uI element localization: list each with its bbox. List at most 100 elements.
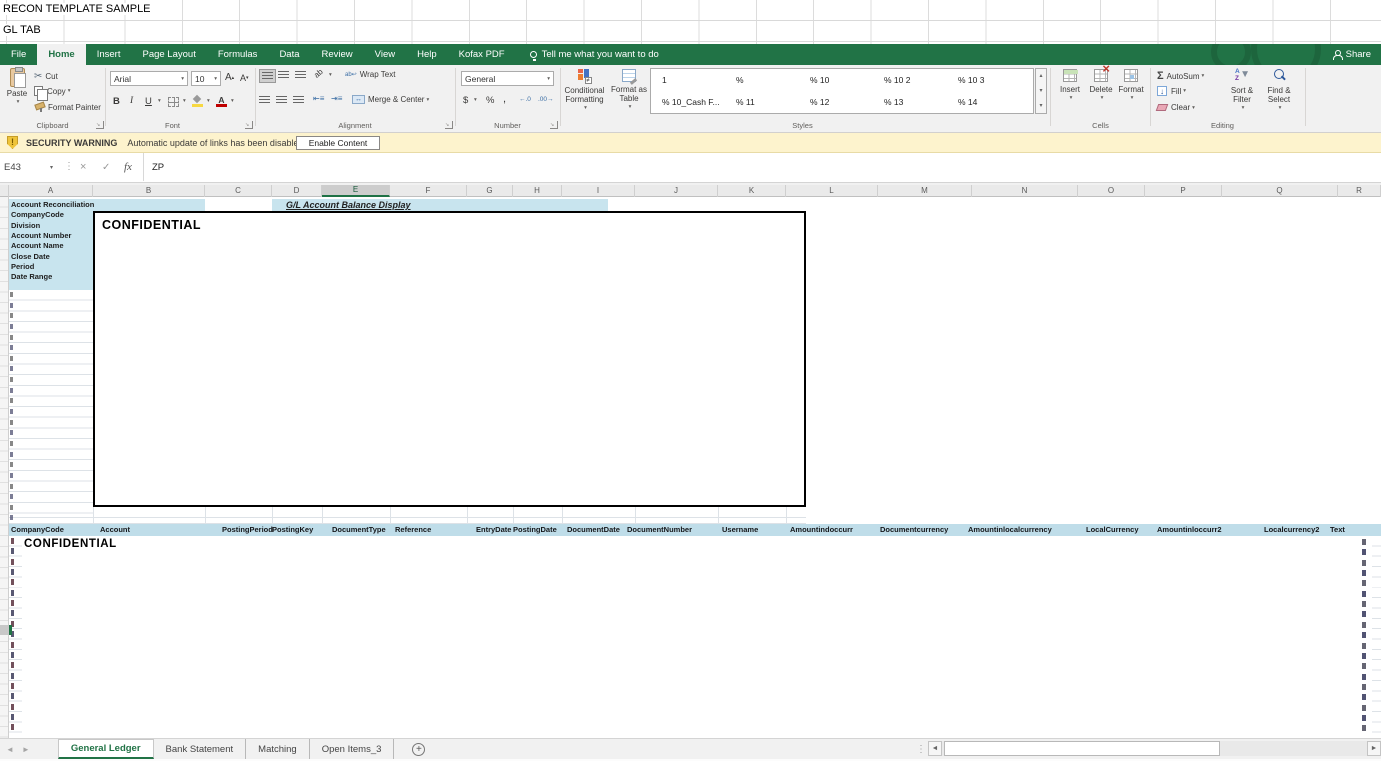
enter-icon[interactable]: ✓: [102, 153, 110, 181]
decrease-decimal-button[interactable]: .00→: [538, 96, 554, 103]
font-color-button[interactable]: A: [216, 96, 227, 107]
table-header-companycode[interactable]: CompanyCode: [11, 524, 64, 536]
scroll-right-button[interactable]: ►: [1367, 741, 1381, 756]
clear-button[interactable]: Clear ▾: [1155, 103, 1195, 112]
column-header-F[interactable]: F: [390, 185, 467, 197]
row-header-strip[interactable]: [0, 197, 9, 738]
underline-dropdown[interactable]: ▾: [156, 98, 161, 104]
ribbon-tab-kofax-pdf[interactable]: Kofax PDF: [448, 44, 516, 65]
column-header-D[interactable]: D: [272, 185, 322, 197]
info-label[interactable]: CompanyCode: [11, 210, 64, 220]
table-header-postingdate[interactable]: PostingDate: [513, 524, 557, 536]
column-header-I[interactable]: I: [562, 185, 635, 197]
column-header-G[interactable]: G: [467, 185, 513, 197]
percent-button[interactable]: %: [486, 95, 494, 106]
prev-sheet-icon[interactable]: ◄: [6, 745, 14, 754]
bold-button[interactable]: B: [113, 96, 120, 107]
enable-content-button[interactable]: Enable Content: [296, 136, 380, 150]
table-header-documentcurrency[interactable]: Documentcurrency: [880, 524, 948, 536]
format-as-table-button[interactable]: Format as Table ▾: [609, 69, 649, 112]
table-header-text[interactable]: Text: [1330, 524, 1345, 536]
insert-cells-button[interactable]: Insert ▾: [1056, 69, 1084, 103]
table-header-entrydate[interactable]: EntryDate: [476, 524, 511, 536]
table-header-localcurrency[interactable]: LocalCurrency: [1086, 524, 1139, 536]
table-header-amountindoccurr[interactable]: Amountindoccurr: [790, 524, 853, 536]
table-header-amountinlocalcurrency[interactable]: Amountinlocalcurrency: [968, 524, 1052, 536]
underline-button[interactable]: U: [145, 96, 152, 107]
find-select-button[interactable]: Find & Select ▾: [1262, 69, 1296, 113]
tabbar-divider-dots[interactable]: ⋮: [916, 739, 926, 760]
divider-dots[interactable]: ⋮: [64, 153, 74, 181]
table-header-documenttype[interactable]: DocumentType: [332, 524, 386, 536]
scroll-left-button[interactable]: ◄: [928, 741, 942, 756]
column-header-N[interactable]: N: [972, 185, 1078, 197]
sort-filter-button[interactable]: AZ ▼ Sort & Filter ▾: [1225, 68, 1259, 113]
orientation-button[interactable]: ab: [312, 67, 325, 80]
formula-input[interactable]: ZP: [152, 153, 164, 181]
increase-indent-button[interactable]: ⇥≡: [331, 94, 342, 103]
name-box-dropdown[interactable]: ▾: [50, 153, 53, 181]
cell-style-item[interactable]: % 10 3: [952, 70, 1024, 90]
cell-style-item[interactable]: 1: [656, 70, 728, 90]
ribbon-tab-home[interactable]: Home: [37, 44, 86, 65]
table-header-documentnumber[interactable]: DocumentNumber: [627, 524, 692, 536]
font-dialog-launcher[interactable]: ↘: [245, 121, 253, 129]
sheet-tab-general-ledger[interactable]: General Ledger: [57, 739, 154, 759]
name-box[interactable]: E43: [4, 153, 21, 181]
format-painter-button[interactable]: Format Painter: [34, 102, 101, 112]
currency-dropdown[interactable]: ▾: [472, 97, 477, 103]
table-header-amountinloccurr2[interactable]: Amountinloccurr2: [1157, 524, 1222, 536]
increase-font-button[interactable]: A ▴: [225, 72, 234, 83]
cell-gl-tab[interactable]: GL TAB: [0, 21, 1381, 42]
align-center-button[interactable]: [276, 96, 287, 104]
sheet-tab-bank-statement[interactable]: Bank Statement: [154, 739, 247, 759]
align-top-button[interactable]: [259, 69, 276, 83]
ribbon-tab-help[interactable]: Help: [406, 44, 448, 65]
cut-button[interactable]: ✂ Cut: [34, 71, 58, 82]
ribbon-tab-review[interactable]: Review: [311, 44, 364, 65]
borders-dropdown[interactable]: ▾: [181, 98, 186, 104]
next-sheet-icon[interactable]: ►: [22, 745, 30, 754]
fill-color-button[interactable]: [192, 96, 203, 107]
column-header-M[interactable]: M: [878, 185, 972, 197]
cancel-icon[interactable]: ×: [80, 153, 86, 181]
align-left-button[interactable]: [259, 96, 270, 104]
decrease-font-button[interactable]: A ▾: [240, 73, 249, 83]
number-format-select[interactable]: General ▾: [461, 71, 554, 86]
autosum-button[interactable]: Σ AutoSum ▾: [1157, 70, 1204, 82]
ribbon-tab-insert[interactable]: Insert: [86, 44, 132, 65]
selected-row-header[interactable]: [0, 625, 9, 635]
info-label[interactable]: Account Reconciliation: [11, 200, 94, 210]
column-header-C[interactable]: C: [205, 185, 272, 197]
info-label[interactable]: Division: [11, 221, 40, 231]
wrap-text-button[interactable]: ab↩ Wrap Text: [345, 70, 395, 79]
table-header-localcurrency2[interactable]: Localcurrency2: [1264, 524, 1319, 536]
cell-style-item[interactable]: % 10: [804, 70, 876, 90]
column-header-O[interactable]: O: [1078, 185, 1145, 197]
column-header-H[interactable]: H: [513, 185, 562, 197]
column-header-R[interactable]: R: [1338, 185, 1381, 197]
decrease-indent-button[interactable]: ⇤≡: [313, 94, 324, 103]
sheet-tab-open-items_3[interactable]: Open Items_3: [310, 739, 395, 759]
cell-style-item[interactable]: % 13: [878, 92, 950, 112]
merge-center-button[interactable]: ↔ Merge & Center ▾: [352, 95, 429, 104]
cell-style-item[interactable]: %: [730, 70, 802, 90]
font-family-select[interactable]: Arial ▾: [110, 71, 188, 86]
tell-me-box[interactable]: Tell me what you want to do: [529, 44, 659, 65]
table-header-reference[interactable]: Reference: [395, 524, 431, 536]
italic-button[interactable]: I: [130, 96, 133, 106]
table-header-postingkey[interactable]: PostingKey: [272, 524, 313, 536]
align-middle-button[interactable]: [278, 71, 289, 79]
alignment-dialog-launcher[interactable]: ↘: [445, 121, 453, 129]
cell-style-item[interactable]: % 11: [730, 92, 802, 112]
table-header-postingperiod[interactable]: PostingPeriod: [222, 524, 273, 536]
orientation-dropdown[interactable]: ▾: [327, 72, 332, 78]
cell-style-item[interactable]: % 14: [952, 92, 1024, 112]
info-label[interactable]: Close Date: [11, 252, 50, 262]
table-header-username[interactable]: Username: [722, 524, 758, 536]
column-header-P[interactable]: P: [1145, 185, 1222, 197]
table-header-account[interactable]: Account: [100, 524, 130, 536]
cell-recon-title[interactable]: RECON TEMPLATE SAMPLE: [0, 0, 1381, 21]
format-cells-button[interactable]: Format ▾: [1117, 69, 1145, 103]
font-color-dropdown[interactable]: ▾: [229, 98, 234, 104]
